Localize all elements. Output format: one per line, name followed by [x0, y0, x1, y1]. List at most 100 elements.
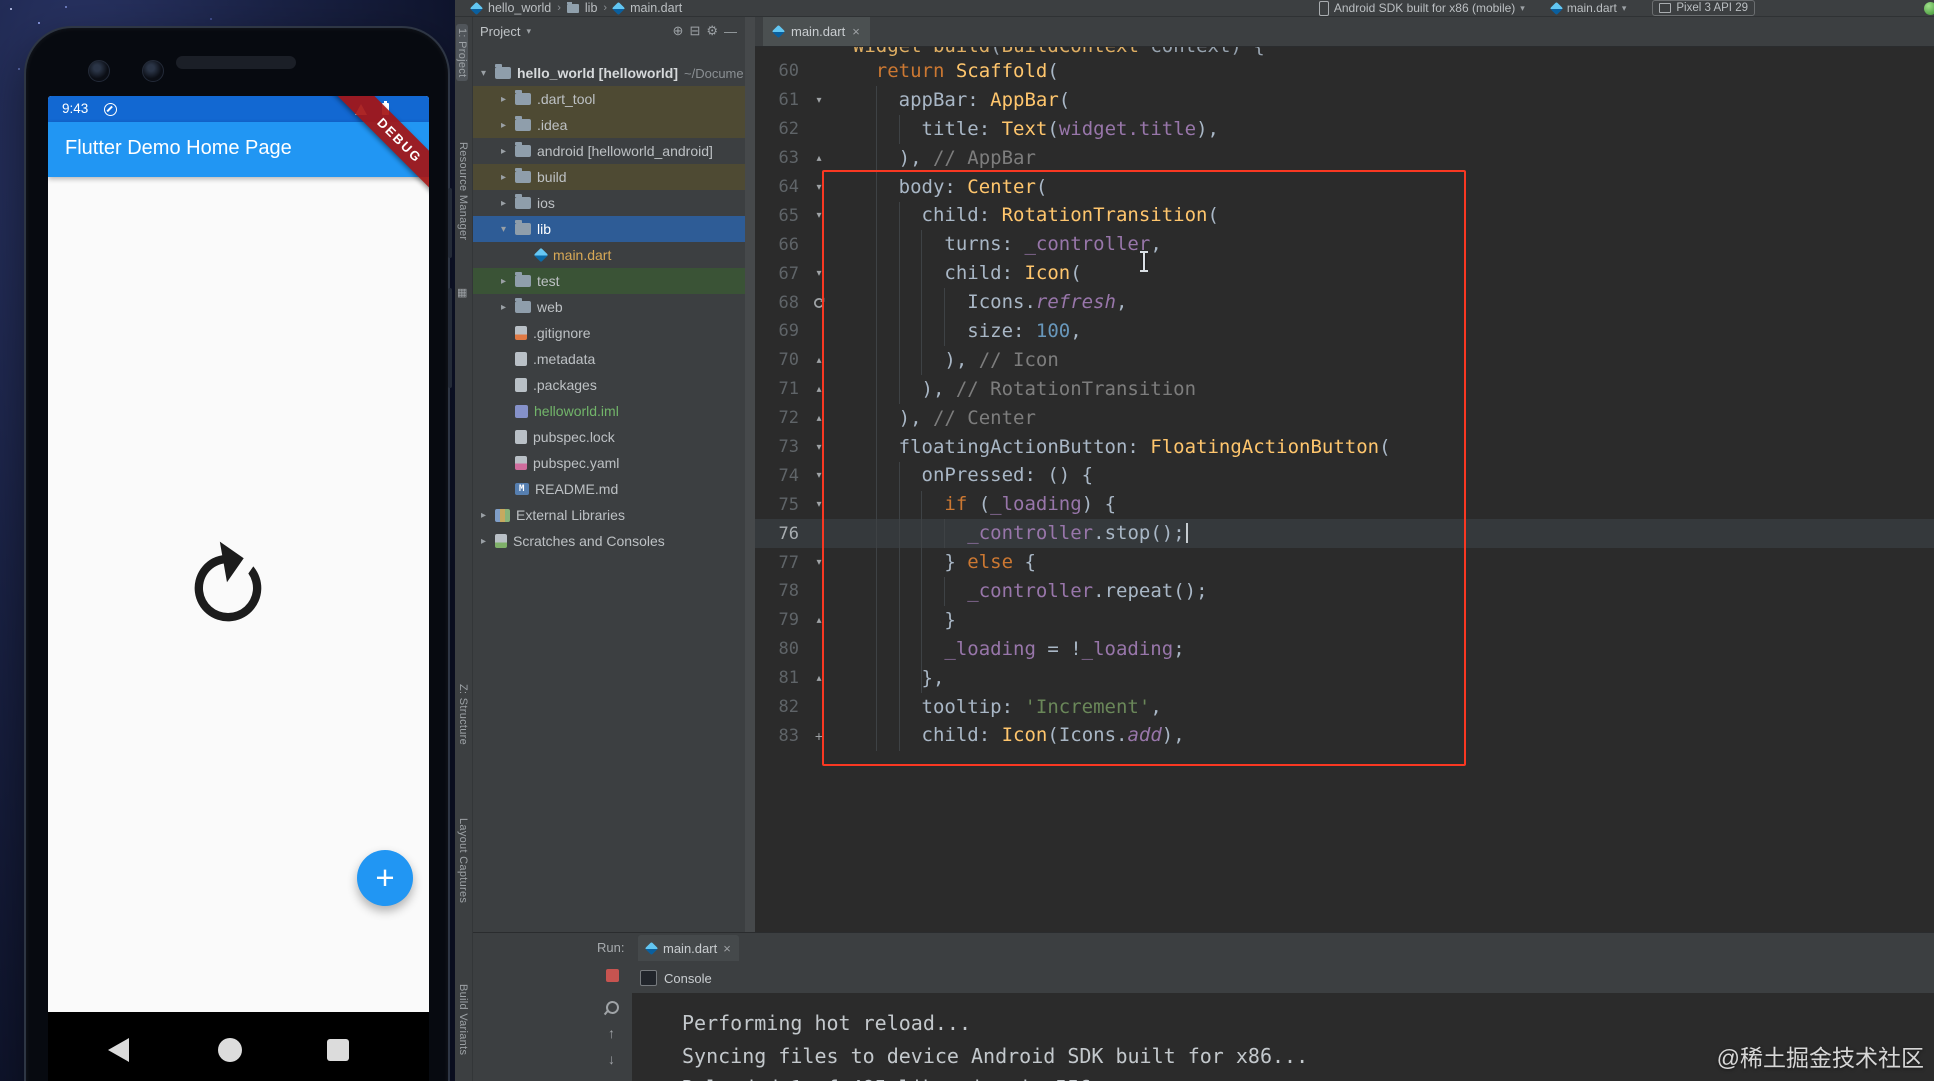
- tree-item-dart-tool[interactable]: ▸ .dart_tool: [472, 86, 745, 112]
- app-bar-title: Flutter Demo Home Page: [65, 137, 292, 159]
- breadcrumb-lib[interactable]: lib: [585, 1, 598, 15]
- expand-arrow-icon[interactable]: ▸: [478, 536, 489, 547]
- scroll-down-icon[interactable]: ↓: [608, 1051, 615, 1067]
- expand-arrow-icon[interactable]: ▾: [478, 68, 489, 79]
- mouse-ibeam-cursor: [1140, 251, 1148, 272]
- line-number: 83: [778, 725, 799, 746]
- tree-item-test[interactable]: ▸ test: [472, 268, 745, 294]
- dart-file-icon: [611, 1, 626, 15]
- expand-arrow-icon[interactable]: ▸: [498, 276, 509, 287]
- tree-item-hello-world-helloworld[interactable]: ▾ hello_world [helloworld] ~/Docume: [472, 60, 745, 86]
- breadcrumb-project[interactable]: hello_world: [488, 1, 551, 15]
- line-number: 68: [778, 292, 799, 313]
- android-studio-window: hello_world › lib › main.dart Android SD…: [455, 0, 1934, 1081]
- editor-tab-label: main.dart: [791, 23, 846, 39]
- line-number: 77: [778, 552, 799, 573]
- scroll-up-icon[interactable]: ↑: [608, 1025, 615, 1041]
- fold-marker-icon[interactable]: ▾: [808, 95, 830, 106]
- line-number: 60: [778, 61, 799, 82]
- flutter-config-icon: [1549, 1, 1563, 15]
- run-tab-main-dart[interactable]: main.dart ×: [638, 935, 739, 961]
- code-editor[interactable]: Widget build(BuildContext context) { 60 6…: [755, 46, 1934, 932]
- console-line: Performing hot reload...: [682, 1011, 971, 1035]
- pin-icon[interactable]: [603, 998, 622, 1017]
- expand-arrow-icon[interactable]: ▸: [498, 146, 509, 157]
- tool-stripe-grid-icon[interactable]: ▦: [457, 286, 467, 299]
- tree-item-lib[interactable]: ▾ lib: [472, 216, 745, 242]
- code-line-62[interactable]: title: Text(widget.title),: [830, 115, 1934, 144]
- line-number: 80: [778, 639, 799, 660]
- tree-item-packages[interactable]: .packages: [472, 372, 745, 398]
- tree-item-external-libraries[interactable]: ▸ External Libraries: [472, 502, 745, 528]
- hide-panel-icon[interactable]: —: [724, 24, 737, 39]
- recents-button-icon[interactable]: [327, 1039, 349, 1061]
- breadcrumb-separator-icon: ›: [603, 2, 608, 14]
- tree-item-metadata[interactable]: .metadata: [472, 346, 745, 372]
- line-number: 72: [778, 408, 799, 429]
- tree-item-ios[interactable]: ▸ ios: [472, 190, 745, 216]
- app-body: +: [48, 177, 429, 1012]
- editor-gutter: 60 61 ▾ 62 63 ▴ 64 ▾ 65 ▾ 66 67 ▾ 68 69 70 ▴ 71 ▴ 72 ▴ 73 ▾ 74 ▾…: [755, 57, 830, 750]
- tree-item-helloworld-iml[interactable]: helloworld.iml: [472, 398, 745, 424]
- fold-marker-icon[interactable]: ▴: [808, 153, 830, 164]
- run-config-label: main.dart: [1566, 1, 1617, 15]
- expand-arrow-icon[interactable]: ▾: [498, 224, 509, 235]
- fab-plus-icon: +: [375, 859, 395, 896]
- collapse-all-icon[interactable]: ⊟: [689, 23, 700, 39]
- tree-item-pubspec-lock[interactable]: pubspec.lock: [472, 424, 745, 450]
- project-panel-title[interactable]: Project: [480, 24, 520, 39]
- panel-splitter[interactable]: [745, 16, 755, 932]
- device-selector[interactable]: Android SDK built for x86 (mobile) ▾: [1318, 0, 1525, 16]
- expand-arrow-icon[interactable]: ▸: [498, 198, 509, 209]
- run-panel-label: Run:: [597, 940, 625, 955]
- line-number: 71: [778, 379, 799, 400]
- expand-arrow-icon[interactable]: ▸: [498, 120, 509, 131]
- libraries-icon: [495, 508, 510, 522]
- device-frame-selector[interactable]: Pixel 3 API 29: [1652, 0, 1755, 16]
- tool-button-build-variants[interactable]: Build Variants: [457, 984, 469, 1055]
- tool-button-resource-manager[interactable]: Resource Manager: [457, 142, 469, 240]
- tree-item-idea[interactable]: ▸ .idea: [472, 112, 745, 138]
- code-line-61[interactable]: appBar: AppBar(: [830, 86, 1934, 115]
- tree-item-readme-md[interactable]: README.md: [472, 476, 745, 502]
- code-line-63[interactable]: ), // AppBar: [830, 144, 1934, 173]
- tab-console[interactable]: Console: [640, 965, 712, 991]
- code-line-60[interactable]: return Scaffold(: [830, 57, 1934, 86]
- screenshot-stage: 9:43 Flutter Demo Home Page DEBUG + hell…: [0, 0, 1934, 1081]
- run-status-icon[interactable]: [1924, 2, 1934, 15]
- home-button-icon[interactable]: [218, 1038, 242, 1062]
- tree-item-label: .dart_tool: [537, 91, 596, 107]
- folder-icon: [515, 116, 531, 131]
- tree-item-build[interactable]: ▸ build: [472, 164, 745, 190]
- tab-main-dart[interactable]: main.dart ×: [763, 16, 870, 46]
- folder-icon: [566, 1, 579, 13]
- gear-icon[interactable]: ⚙: [706, 23, 718, 39]
- tree-item-android-helloworld-android[interactable]: ▸ android [helloworld_android]: [472, 138, 745, 164]
- close-icon[interactable]: ×: [723, 941, 731, 956]
- tree-item-pubspec-yaml[interactable]: pubspec.yaml: [472, 450, 745, 476]
- tree-item-main-dart[interactable]: main.dart: [472, 242, 745, 268]
- tool-button-structure[interactable]: Z: Structure: [457, 684, 469, 745]
- back-button-icon[interactable]: [108, 1038, 129, 1062]
- expand-arrow-icon[interactable]: ▸: [498, 172, 509, 183]
- line-number: 69: [778, 321, 799, 342]
- tree-item-scratches-and-consoles[interactable]: ▸ Scratches and Consoles: [472, 528, 745, 554]
- close-icon[interactable]: ×: [852, 24, 860, 39]
- folder-icon: [515, 168, 531, 183]
- locate-file-icon[interactable]: ⊕: [673, 23, 684, 39]
- stop-button[interactable]: [606, 969, 619, 982]
- expand-arrow-icon[interactable]: ▸: [498, 94, 509, 105]
- run-config-selector[interactable]: main.dart ▾: [1549, 1, 1626, 15]
- expand-arrow-icon[interactable]: ▸: [498, 302, 509, 313]
- breadcrumb-file[interactable]: main.dart: [630, 1, 682, 15]
- tool-button-project[interactable]: 1: Project: [456, 24, 468, 82]
- tree-item-web[interactable]: ▸ web: [472, 294, 745, 320]
- tool-button-layout-captures[interactable]: Layout Captures: [457, 818, 469, 903]
- tree-item-gitignore[interactable]: .gitignore: [472, 320, 745, 346]
- tree-item-label: build: [537, 169, 567, 185]
- expand-arrow-icon[interactable]: ▸: [478, 510, 489, 521]
- tree-item-label: pubspec.yaml: [533, 455, 620, 471]
- console-icon: [640, 970, 657, 986]
- line-number: 73: [778, 437, 799, 458]
- floating-action-button[interactable]: +: [357, 850, 413, 906]
